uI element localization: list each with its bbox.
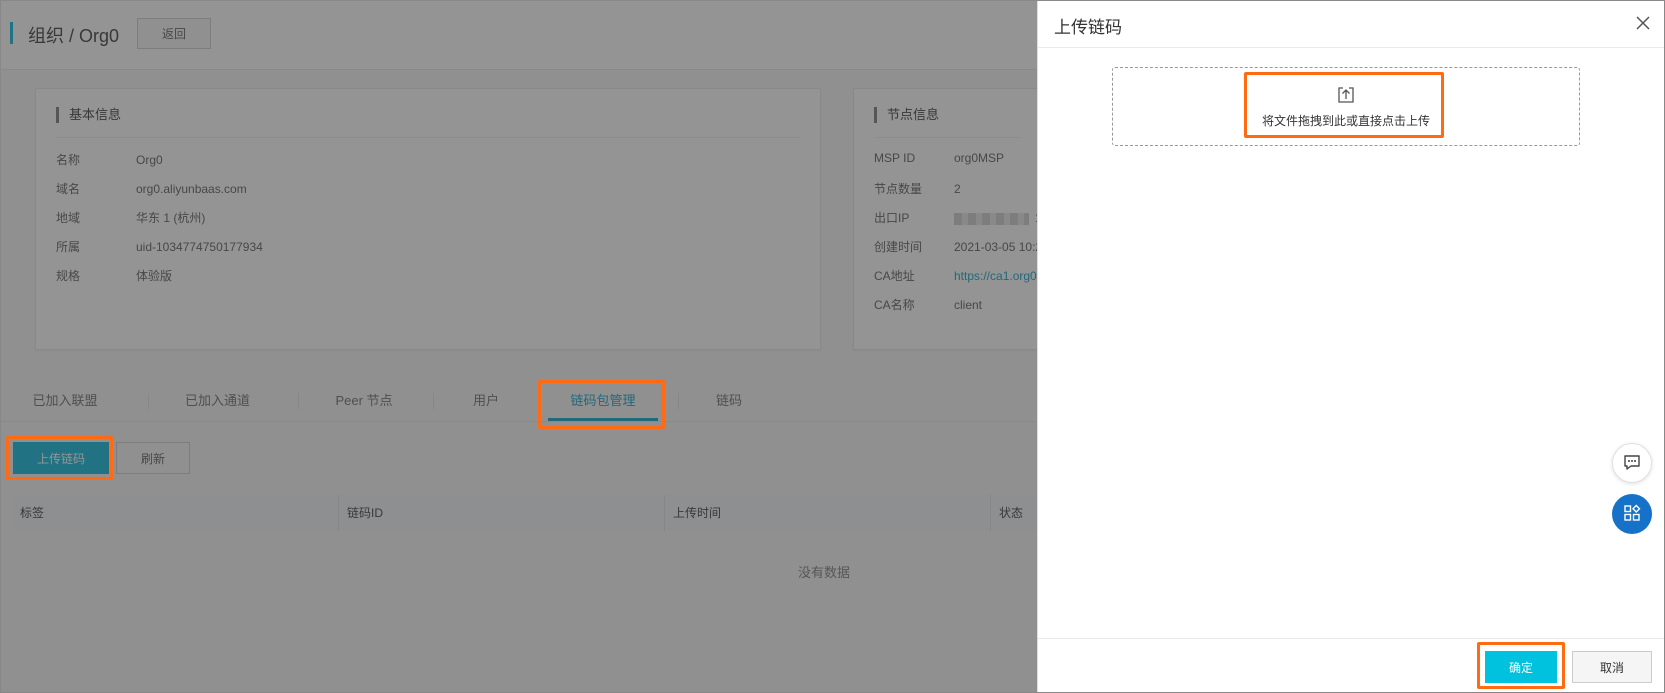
chat-icon xyxy=(1622,452,1642,475)
redacted-ip xyxy=(954,212,1029,225)
drawer-header: 上传链码 xyxy=(1038,0,1665,48)
info-label: 创建时间 xyxy=(874,240,923,254)
tab-chaincode-packages[interactable]: 链码包管理 xyxy=(548,380,658,422)
info-value: org0MSP xyxy=(954,151,1005,165)
info-row-spec: 规格 体验版 xyxy=(56,267,172,284)
info-label: 域名 xyxy=(56,182,81,196)
node-row-msp: MSP ID org0MSP xyxy=(874,151,1004,165)
info-value: Org0 xyxy=(136,153,163,167)
info-value: client xyxy=(954,298,983,312)
info-value: org0.aliyunbaas.com xyxy=(136,182,247,196)
node-info-card: 节点信息 MSP ID org0MSP 节点数量 2 出口IP12 创建时间 2021… xyxy=(853,88,1048,350)
upload-chaincode-button[interactable]: 上传链码 xyxy=(13,442,109,474)
info-label: 节点数量 xyxy=(874,182,923,196)
tab-joined-consortium[interactable]: 已加入联盟 xyxy=(20,380,110,422)
confirm-button[interactable]: 确定 xyxy=(1485,651,1557,683)
node-row-count: 节点数量 2 xyxy=(874,180,961,197)
page: 组织 / Org0 返回 基本信息 名称 Org0 域名 org0.aliyunba… xyxy=(0,0,1665,693)
tab-users[interactable]: 用户 xyxy=(455,380,517,422)
info-value: 2021-03-05 10:2 xyxy=(954,240,1043,254)
info-row-name: 名称 Org0 xyxy=(56,151,163,168)
dropzone-hint: 将文件拖拽到此或直接点击上传 xyxy=(1261,114,1430,128)
upload-drawer: 上传链码 将文件拖拽到此或直接点击上传 确定 取消 xyxy=(1037,0,1665,693)
node-row-ip: 出口IP12 xyxy=(874,209,1048,226)
node-info-title: 节点信息 xyxy=(874,107,939,123)
info-label: MSP ID xyxy=(874,151,916,165)
drawer-footer: 确定 取消 xyxy=(1038,638,1665,693)
tab-separator xyxy=(678,393,679,409)
basic-info-title: 基本信息 xyxy=(56,107,121,123)
apps-button[interactable] xyxy=(1612,494,1652,534)
basic-info-card: 基本信息 名称 Org0 域名 org0.aliyunbaas.com 地域 华东 1… xyxy=(35,88,821,350)
ca-url-link[interactable]: https://ca1.org0.a xyxy=(954,269,1047,283)
node-row-ca-name: CA名称 client xyxy=(874,296,982,313)
column-header-status: 状态 xyxy=(990,495,1037,531)
refresh-button[interactable]: 刷新 xyxy=(116,442,190,474)
tab-peer-nodes[interactable]: Peer 节点 xyxy=(318,380,410,422)
info-label: 规格 xyxy=(56,269,81,283)
tab-separator xyxy=(148,393,149,409)
upload-icon xyxy=(1337,86,1355,107)
close-icon[interactable] xyxy=(1632,12,1654,34)
card-divider xyxy=(874,137,1022,138)
cancel-button[interactable]: 取消 xyxy=(1572,651,1652,683)
card-divider xyxy=(56,137,800,138)
tab-separator xyxy=(433,393,434,409)
back-button[interactable]: 返回 xyxy=(137,18,211,49)
column-header-tag: 标签 xyxy=(20,506,45,520)
tab-bar: 已加入联盟 已加入通道 Peer 节点 用户 链码包管理 链码 xyxy=(0,380,1037,422)
node-row-created: 创建时间 2021-03-05 10:2 xyxy=(874,238,1042,255)
info-value: 2 xyxy=(954,182,961,196)
info-label: CA名称 xyxy=(874,298,915,312)
node-row-ca-url: CA地址 https://ca1.org0.a xyxy=(874,267,1047,284)
info-value: uid-1034774750177934 xyxy=(136,240,263,254)
info-label: CA地址 xyxy=(874,269,915,283)
drawer-title: 上传链码 xyxy=(1054,18,1122,37)
info-label: 名称 xyxy=(56,153,81,167)
upload-dropzone[interactable]: 将文件拖拽到此或直接点击上传 xyxy=(1112,67,1580,146)
info-row-owner: 所属 uid-1034774750177934 xyxy=(56,238,263,255)
tab-chaincode[interactable]: 链码 xyxy=(700,380,758,422)
column-header-upload-time: 上传时间 xyxy=(664,495,990,531)
info-row-domain: 域名 org0.aliyunbaas.com xyxy=(56,180,247,197)
apps-icon xyxy=(1622,503,1642,526)
info-label: 所属 xyxy=(56,240,81,254)
page-title: 组织 / Org0 xyxy=(28,26,120,46)
info-value: 体验版 xyxy=(136,269,173,283)
chat-button[interactable] xyxy=(1612,443,1652,483)
info-row-region: 地域 华东 1 (杭州) xyxy=(56,209,205,226)
info-label: 出口IP xyxy=(874,211,910,225)
table-empty-text: 没有数据 xyxy=(798,565,851,580)
tab-separator xyxy=(298,393,299,409)
info-label: 地域 xyxy=(56,211,81,225)
table-header: 标签 链码ID 上传时间 状态 xyxy=(12,495,1037,531)
title-accent-bar xyxy=(10,22,13,44)
column-header-chaincode-id: 链码ID xyxy=(338,495,664,531)
info-value: 华东 1 (杭州) xyxy=(136,211,206,225)
tab-joined-channel[interactable]: 已加入通道 xyxy=(165,380,270,422)
